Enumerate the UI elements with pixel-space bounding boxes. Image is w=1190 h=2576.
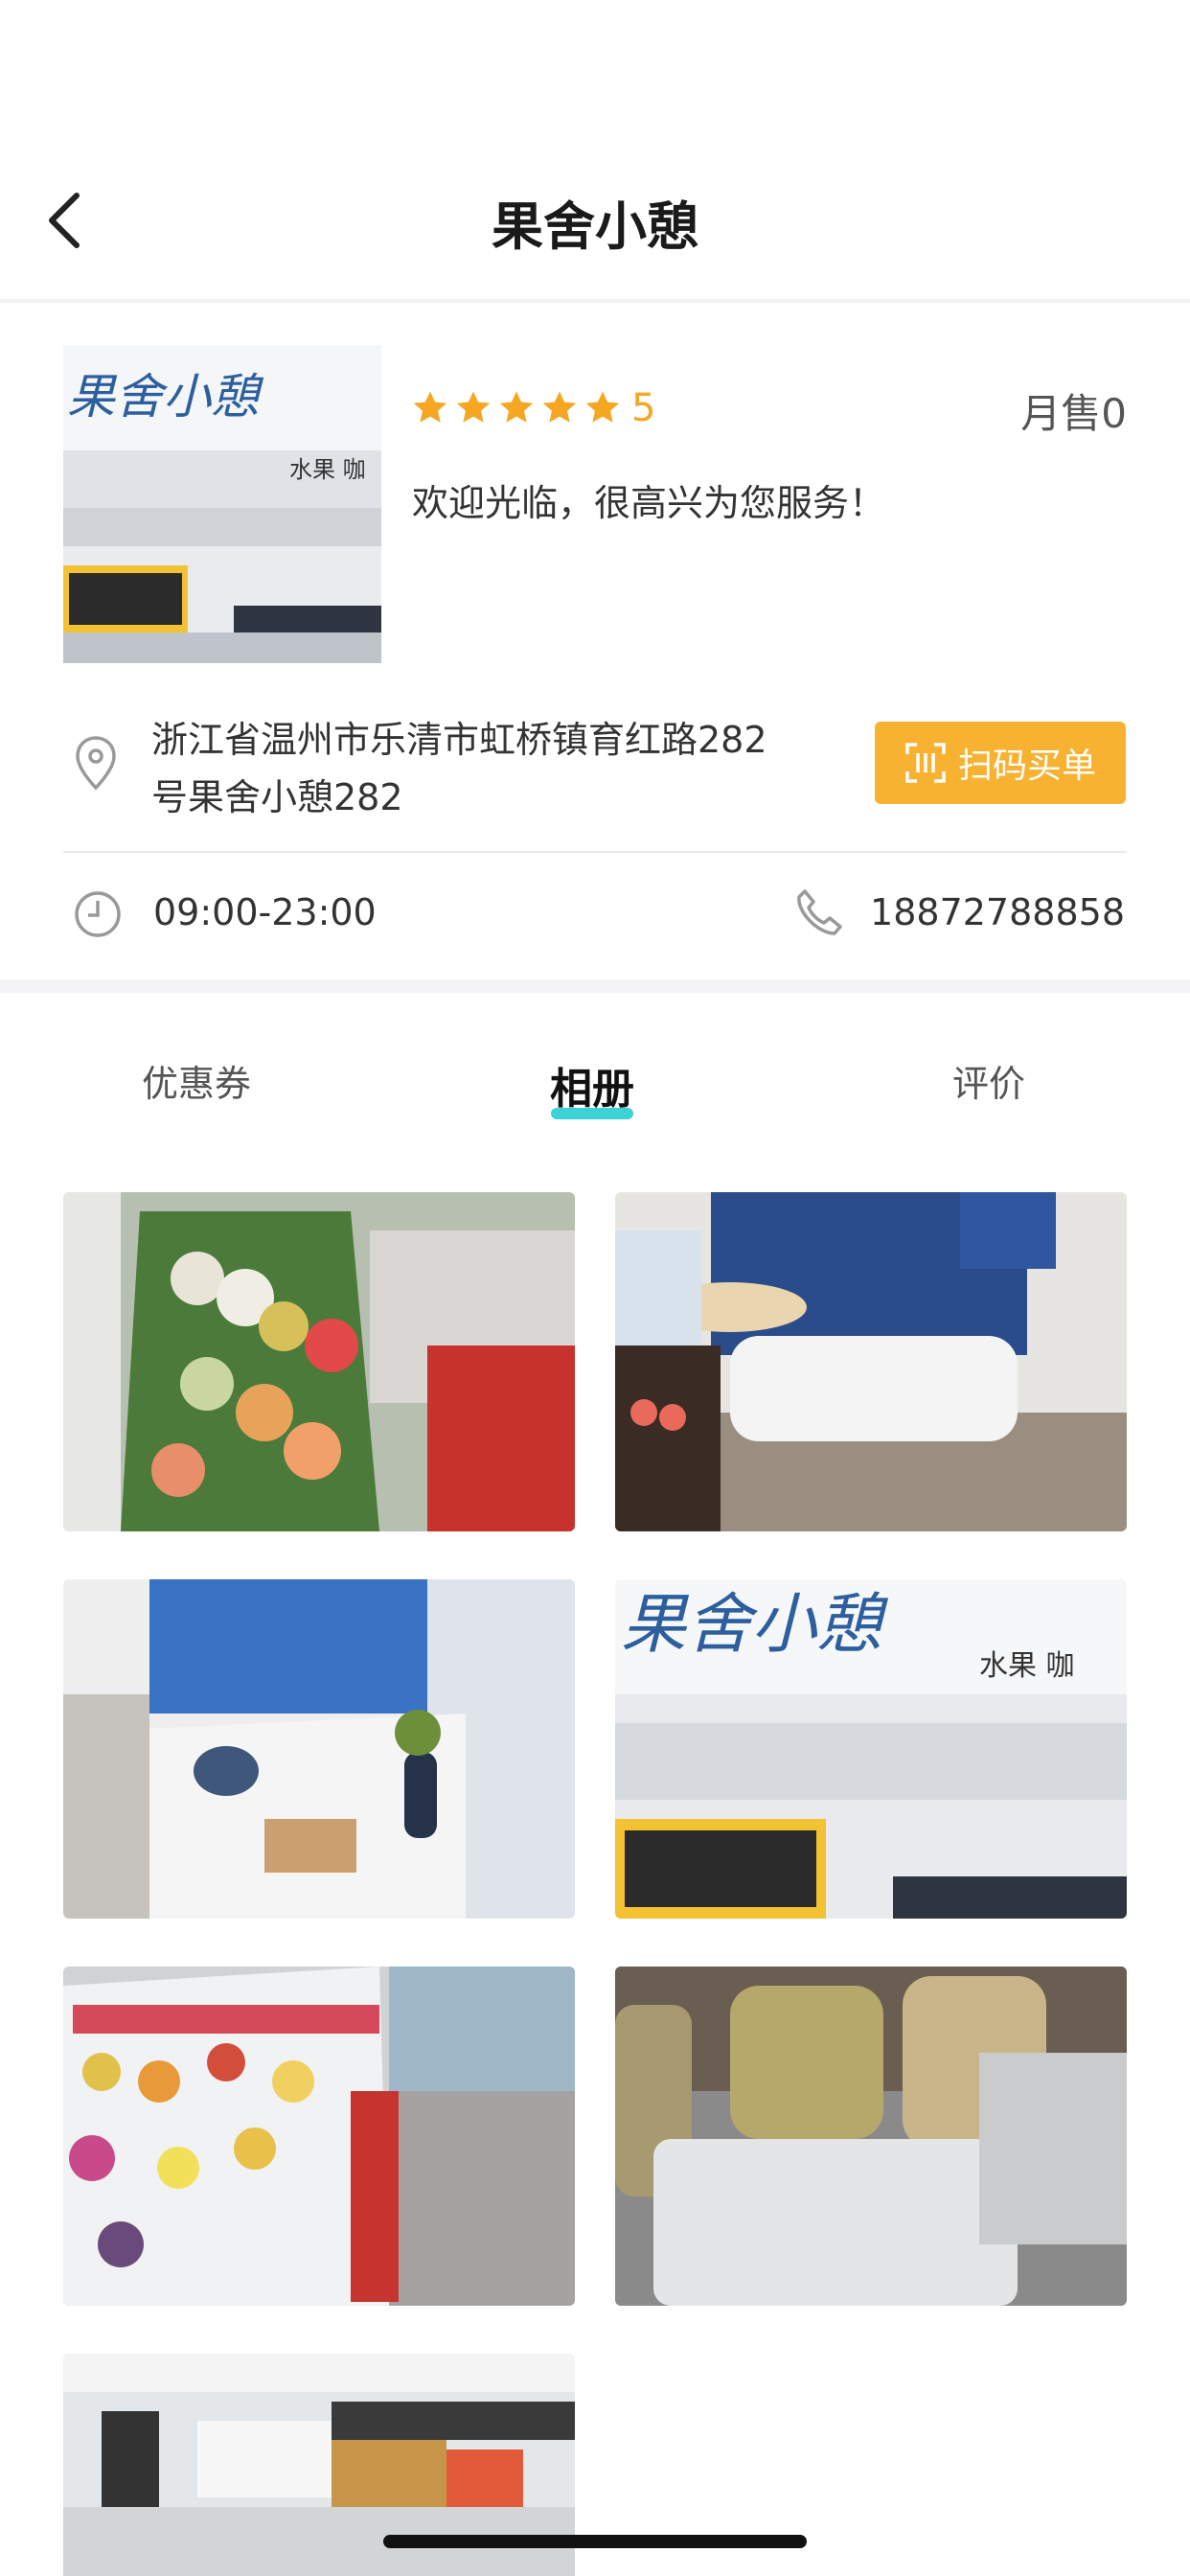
svg-text:果舍小憩: 果舍小憩 bbox=[621, 1587, 889, 1663]
album-photo[interactable]: 果舍小憩 水果 咖 bbox=[615, 1579, 1127, 1919]
welcome-message: 欢迎光临，很高兴为您服务！ bbox=[412, 482, 886, 524]
album-photo[interactable] bbox=[63, 1579, 575, 1919]
clock-icon bbox=[73, 889, 123, 939]
section-gap bbox=[0, 979, 1190, 993]
tab-active-indicator bbox=[551, 1108, 633, 1119]
album-photo[interactable] bbox=[63, 1966, 575, 2306]
star-icon bbox=[542, 391, 577, 423]
monthly-sales: 月售0 bbox=[1020, 390, 1127, 437]
tab-album[interactable]: 相册 bbox=[550, 1054, 634, 1116]
rating-row: 5 bbox=[410, 380, 655, 437]
nav-bar: 果舍小憩 bbox=[0, 144, 1190, 297]
tab-bar: 优惠券 相册 评价 bbox=[0, 1025, 1190, 1131]
svg-text:水果 咖: 水果 咖 bbox=[979, 1649, 1075, 1683]
store-logo-text: 果舍小憩 bbox=[67, 369, 259, 425]
scan-icon bbox=[905, 743, 946, 783]
rating-score: 5 bbox=[631, 386, 656, 430]
home-indicator[interactable] bbox=[383, 2535, 807, 2548]
scan-pay-button[interactable]: 扫码买单 bbox=[875, 722, 1126, 804]
tab-coupons[interactable]: 优惠券 bbox=[142, 1054, 251, 1107]
address-line-1: 浙江省温州市乐清市虹桥镇育红路282 bbox=[151, 719, 767, 761]
page-title: 果舍小憩 bbox=[492, 196, 698, 257]
star-icon bbox=[413, 391, 447, 423]
business-hours: 09:00-23:00 bbox=[153, 891, 377, 933]
scan-button-label: 扫码买单 bbox=[957, 747, 1096, 786]
star-icon bbox=[585, 391, 620, 423]
location-pin-icon bbox=[73, 734, 119, 792]
phone-icon[interactable] bbox=[791, 886, 845, 939]
star-icon bbox=[456, 391, 491, 423]
album-photo[interactable] bbox=[615, 1966, 1127, 2306]
star-icon bbox=[499, 391, 534, 423]
divider bbox=[63, 851, 1127, 853]
phone-number[interactable]: 18872788858 bbox=[870, 891, 1125, 933]
tab-reviews[interactable]: 评价 bbox=[952, 1054, 1025, 1107]
store-address[interactable]: 浙江省温州市乐清市虹桥镇育红路282 号果舍小憩282 bbox=[151, 711, 822, 826]
store-sign-text: 水果 咖 bbox=[289, 456, 366, 483]
album-photo[interactable] bbox=[615, 1192, 1127, 1531]
album-photo[interactable] bbox=[63, 1192, 575, 1531]
store-info-card: 果舍小憩 水果 咖 5 月售0 欢迎光临，很高兴为您服务！ 浙江省温州市乐清市虹… bbox=[0, 303, 1190, 979]
address-line-2: 号果舍小憩282 bbox=[151, 776, 403, 818]
store-front-photo[interactable]: 果舍小憩 水果 咖 bbox=[63, 345, 381, 663]
